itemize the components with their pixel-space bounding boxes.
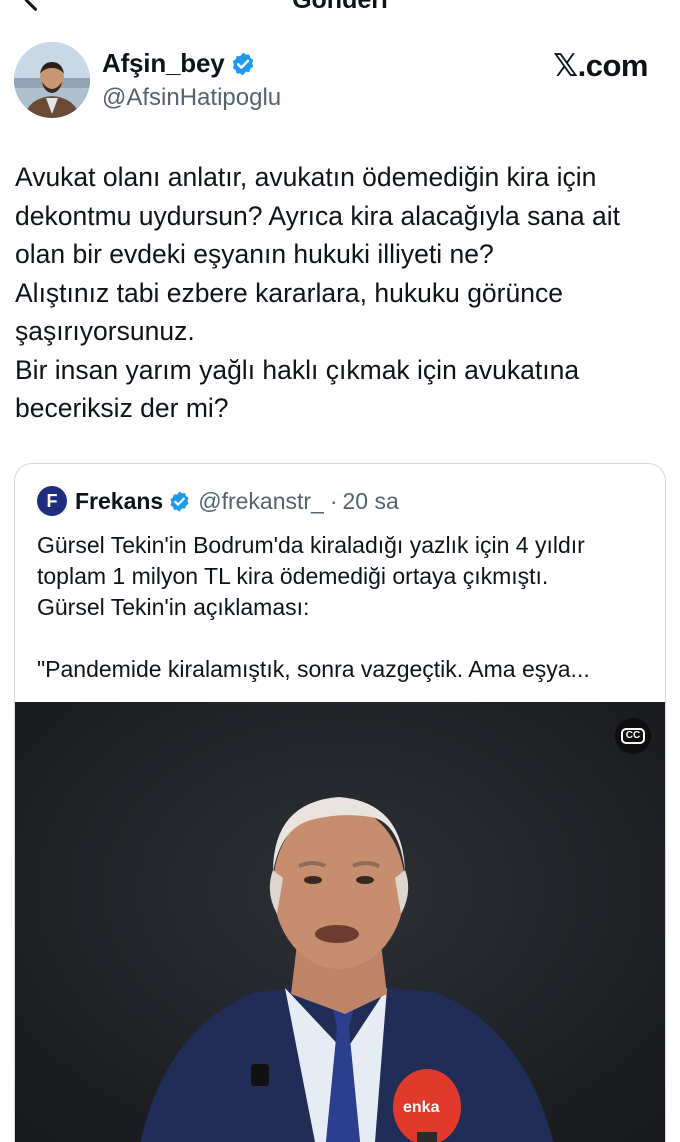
top-bar: Gönderi	[0, 0, 680, 18]
tweet-author: Afşin_bey @AfsinHatipoglu 𝕏.com	[14, 42, 666, 122]
name-row: Afşin_bey	[102, 48, 256, 79]
author-handle[interactable]: @AfsinHatipoglu	[102, 84, 281, 112]
quoted-timestamp[interactable]: 20 sa	[343, 488, 399, 515]
page-title: Gönderi	[292, 0, 388, 14]
tweet-text: Avukat olanı anlatır, avukatın ödemediği…	[15, 162, 620, 423]
video-frame: enka	[15, 702, 665, 1142]
quoted-tweet-header: F Frekans @frekanstr_ · 20 sa	[37, 486, 399, 516]
quoted-tweet-text: Gürsel Tekin'in Bodrum'da kiraladığı yaz…	[37, 532, 590, 682]
quoted-display-name[interactable]: Frekans	[75, 488, 163, 515]
separator-dot: ·	[329, 487, 338, 514]
quoted-tweet-card[interactable]: F Frekans @frekanstr_ · 20 sa Gürsel Tek…	[14, 463, 666, 1142]
closed-captions-icon: CC	[620, 728, 646, 744]
frekans-logo-icon: F	[37, 486, 67, 516]
closed-captions-button[interactable]: CC	[615, 718, 651, 754]
avatar[interactable]	[14, 42, 90, 118]
mic-label: enka	[403, 1099, 440, 1116]
verified-badge-icon	[233, 52, 254, 75]
display-name[interactable]: Afşin_bey	[102, 48, 225, 79]
video-player[interactable]: enka CC	[15, 702, 665, 1142]
x-com-label: 𝕏.com	[553, 48, 648, 83]
quoted-handle[interactable]: @frekanstr_	[198, 488, 324, 515]
verified-badge-icon	[170, 490, 189, 512]
